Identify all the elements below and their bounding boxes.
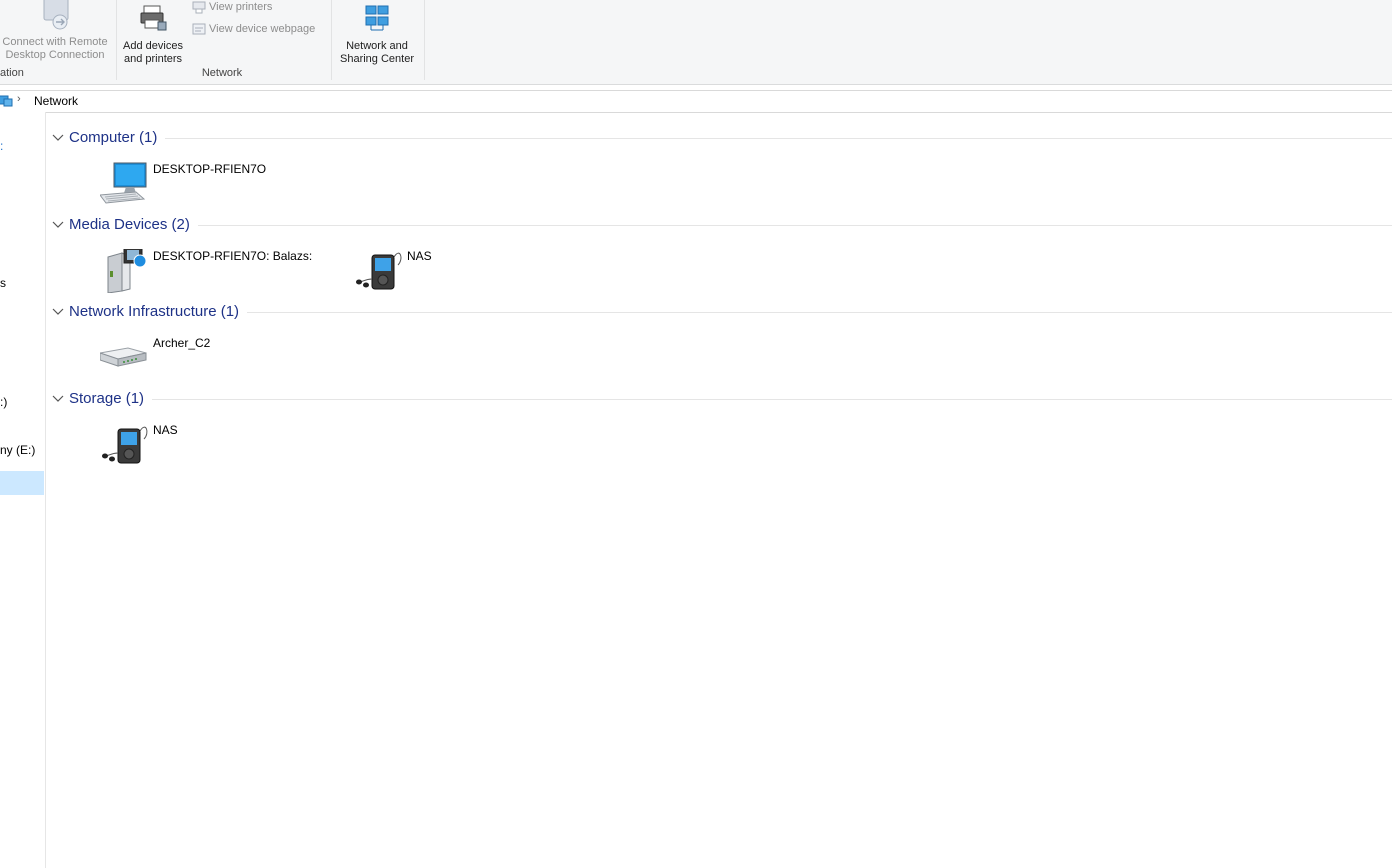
network-sharing-icon [365,5,389,31]
item-label: NAS [153,423,178,437]
sharing-label-2: Sharing Center [340,53,414,65]
group-header-network-infrastructure[interactable]: Network Infrastructure (1) [52,303,1392,321]
nav-item-network-selected[interactable] [0,471,44,495]
computer-icon [100,162,147,204]
media-server-icon [107,249,147,293]
ribbon-separator [424,0,425,80]
chevron-down-icon[interactable] [52,218,64,230]
nav-item-drive-e[interactable]: ny (E:) [0,443,35,457]
sharing-label-1: Network and [346,40,408,52]
network-sharing-center-button[interactable]: Network and Sharing Center [334,4,420,66]
add-devices-label-1: Add devices [123,40,183,52]
ribbon-separator [116,0,117,80]
chevron-down-icon[interactable] [52,305,64,317]
navigation-pane: : s :) ny (E:) [0,112,46,868]
printer-icon [140,5,167,31]
group-label-network: Network [201,67,243,79]
network-item-router[interactable]: Archer_C2 [100,336,260,384]
group-divider [69,312,1392,313]
group-header-storage[interactable]: Storage (1) [52,390,1392,408]
nav-item-fragment[interactable]: : [0,139,3,153]
connect-remote-desktop-button[interactable]: Connect with Remote Desktop Connection [0,0,110,62]
group-divider [69,225,1392,226]
group-title: Computer (1) [69,129,166,146]
ribbon: Connect with Remote Desktop Connection a… [0,0,1392,85]
group-divider [69,399,1392,400]
media-player-icon [102,426,148,464]
network-item-storage-nas[interactable]: NAS [100,423,220,471]
network-location-icon [0,95,13,107]
group-title: Storage (1) [69,390,153,407]
remote-label-2: Desktop Connection [5,49,105,61]
view-printers-button[interactable]: View printers [192,0,272,15]
network-item-computer[interactable]: DESKTOP-RFIEN7O [100,162,300,210]
nav-item-fragment[interactable]: s [0,276,6,290]
breadcrumb-chevron-icon[interactable]: › [17,93,21,105]
item-label: NAS [407,249,432,263]
group-title: Network Infrastructure (1) [69,303,248,320]
group-divider [69,138,1392,139]
add-devices-printers-button[interactable]: Add devices and printers [119,4,187,66]
webpage-icon [192,23,206,35]
add-devices-label-2: and printers [123,53,183,65]
remote-desktop-icon [43,0,69,30]
view-device-webpage-button[interactable]: View device webpage [192,21,315,37]
item-label: DESKTOP-RFIEN7O: Balazs: [153,249,313,263]
network-item-media-nas[interactable]: NAS [354,249,474,297]
group-label-location: ation [0,67,24,79]
network-item-media-server[interactable]: DESKTOP-RFIEN7O: Balazs: [100,249,340,297]
view-device-webpage-label: View device webpage [209,23,316,35]
item-label: Archer_C2 [153,336,211,350]
chevron-down-icon[interactable] [52,131,64,143]
item-label: DESKTOP-RFIEN7O [153,162,267,176]
media-player-icon [356,252,402,290]
breadcrumb-network[interactable]: Network [34,94,78,108]
chevron-down-icon[interactable] [52,392,64,404]
router-icon [100,347,147,367]
view-printers-label: View printers [209,1,273,13]
remote-label-1: Connect with Remote [2,36,108,48]
group-header-media-devices[interactable]: Media Devices (2) [52,216,1392,234]
group-header-computer[interactable]: Computer (1) [52,129,1392,147]
ribbon-separator [331,0,332,80]
view-printers-icon [192,1,206,14]
group-title: Media Devices (2) [69,216,198,233]
nav-item-fragment[interactable]: :) [0,395,7,409]
address-bar[interactable]: › Network [0,90,1392,113]
